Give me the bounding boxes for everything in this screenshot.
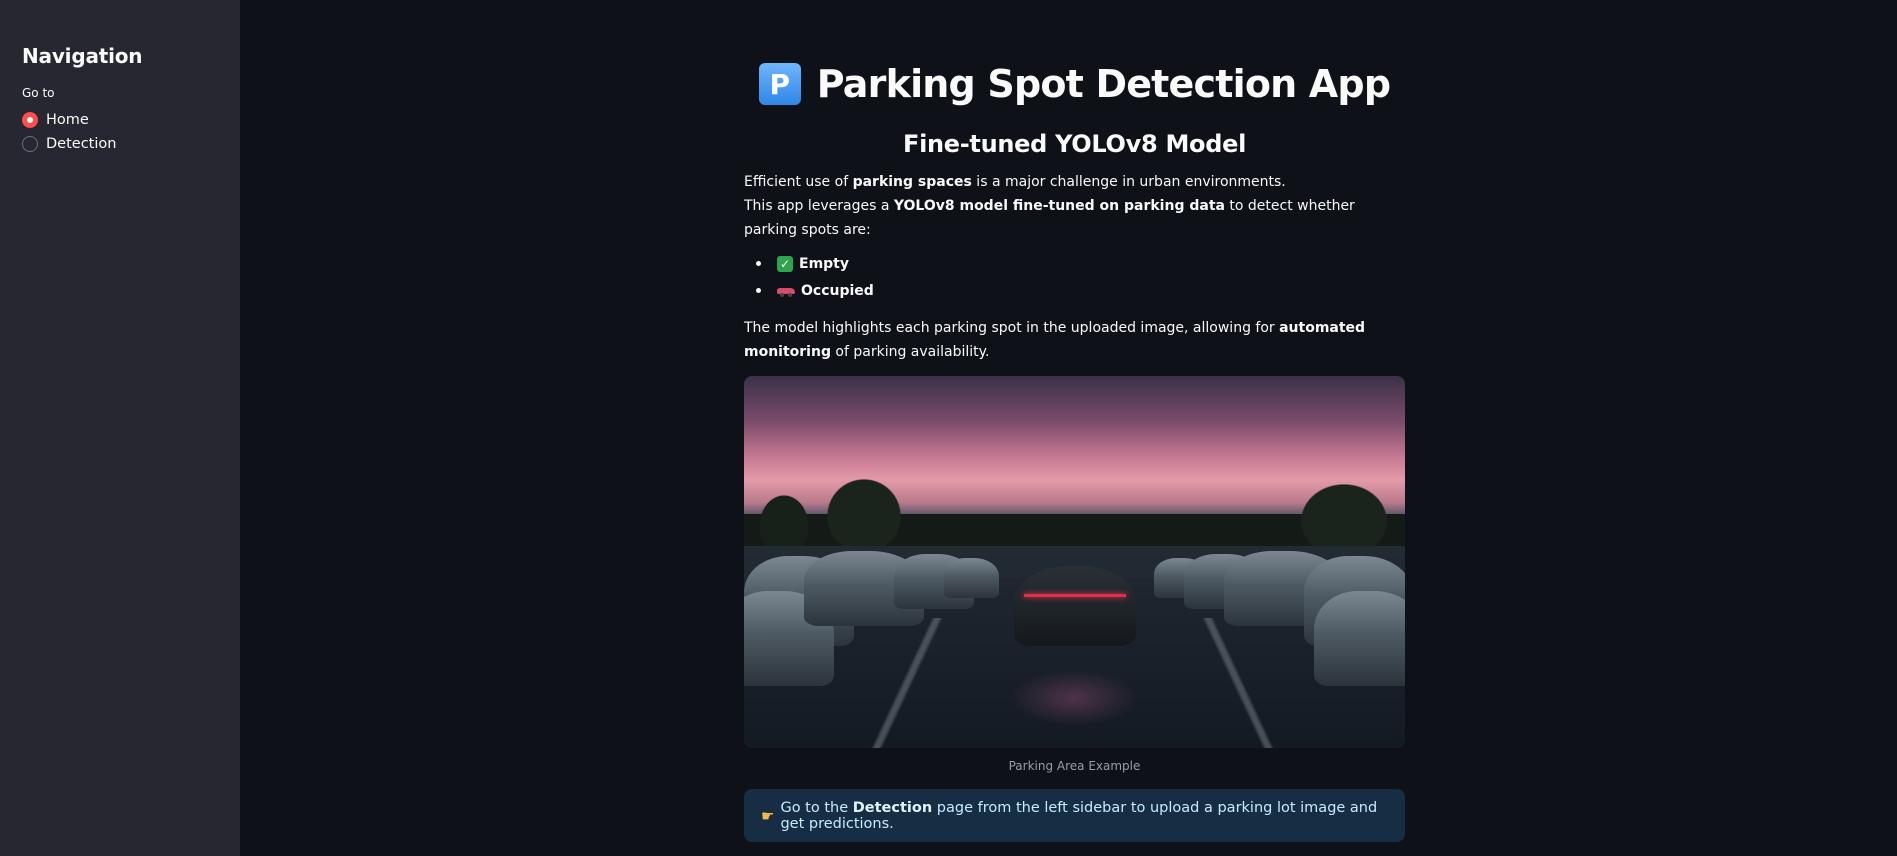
intro-text: Efficient use of bbox=[744, 174, 853, 190]
radio-button-unselected[interactable] bbox=[22, 136, 38, 152]
page-title: Parking Spot Detection App bbox=[816, 62, 1391, 106]
radio-button-selected[interactable] bbox=[22, 112, 38, 128]
car-icon bbox=[777, 285, 795, 297]
radio-label-home: Home bbox=[46, 112, 89, 128]
parking-p-icon: P bbox=[758, 63, 801, 105]
description-paragraph: The model highlights each parking spot i… bbox=[744, 316, 1405, 364]
info-text-part: Go to the bbox=[780, 799, 853, 816]
image-caption: Parking Area Example bbox=[1008, 759, 1141, 773]
intro-paragraph: Efficient use of parking spaces is a maj… bbox=[744, 170, 1405, 242]
image-car bbox=[944, 558, 999, 598]
list-item: ✓ Empty bbox=[756, 250, 1405, 277]
info-bold-text: Detection bbox=[852, 799, 933, 816]
parking-area-image bbox=[744, 376, 1405, 748]
description-text: The model highlights each parking spot i… bbox=[744, 320, 1280, 336]
intro-text: is a major challenge in urban environmen… bbox=[971, 174, 1286, 190]
sidebar-heading: Navigation bbox=[22, 44, 143, 68]
info-alert: ☛ Go to the Detection page from the left… bbox=[744, 789, 1405, 842]
intro-bold-text: YOLOv8 model fine-tuned on parking data bbox=[893, 198, 1225, 214]
radio-option-home[interactable]: Home bbox=[22, 108, 218, 132]
image-car-center bbox=[1014, 566, 1136, 646]
page-subtitle: Fine-tuned YOLOv8 Model bbox=[902, 130, 1247, 158]
nav-radio-group: Home Detection bbox=[22, 108, 218, 156]
main-content: P Parking Spot Detection App Fine-tuned … bbox=[744, 60, 1405, 842]
intro-text: This app leverages a bbox=[744, 198, 894, 214]
info-text: Go to the Detection page from the left s… bbox=[780, 800, 1405, 832]
radio-option-detection[interactable]: Detection bbox=[22, 132, 218, 156]
image-trees bbox=[744, 466, 1405, 546]
list-item-label: Occupied bbox=[801, 282, 874, 299]
status-list: ✓ Empty Occupied bbox=[756, 250, 1405, 304]
intro-bold-text: parking spaces bbox=[852, 174, 972, 190]
main-area: P Parking Spot Detection App Fine-tuned … bbox=[240, 0, 1897, 856]
page-title-row: P Parking Spot Detection App bbox=[744, 60, 1405, 108]
list-item: Occupied bbox=[756, 277, 1405, 304]
app-root: Navigation Go to Home Detection P Parkin… bbox=[0, 0, 1897, 856]
pointing-hand-icon: ☛ bbox=[761, 806, 775, 825]
radio-label-detection: Detection bbox=[46, 136, 117, 152]
description-text: of parking availability. bbox=[830, 344, 990, 360]
bullet-dot bbox=[756, 261, 761, 266]
bullet-dot bbox=[756, 288, 761, 293]
radio-group-label: Go to bbox=[22, 86, 55, 100]
sidebar: Navigation Go to Home Detection bbox=[0, 0, 240, 856]
image-car bbox=[1314, 591, 1405, 686]
list-item-label: Empty bbox=[799, 255, 849, 272]
check-mark-icon: ✓ bbox=[777, 255, 793, 272]
